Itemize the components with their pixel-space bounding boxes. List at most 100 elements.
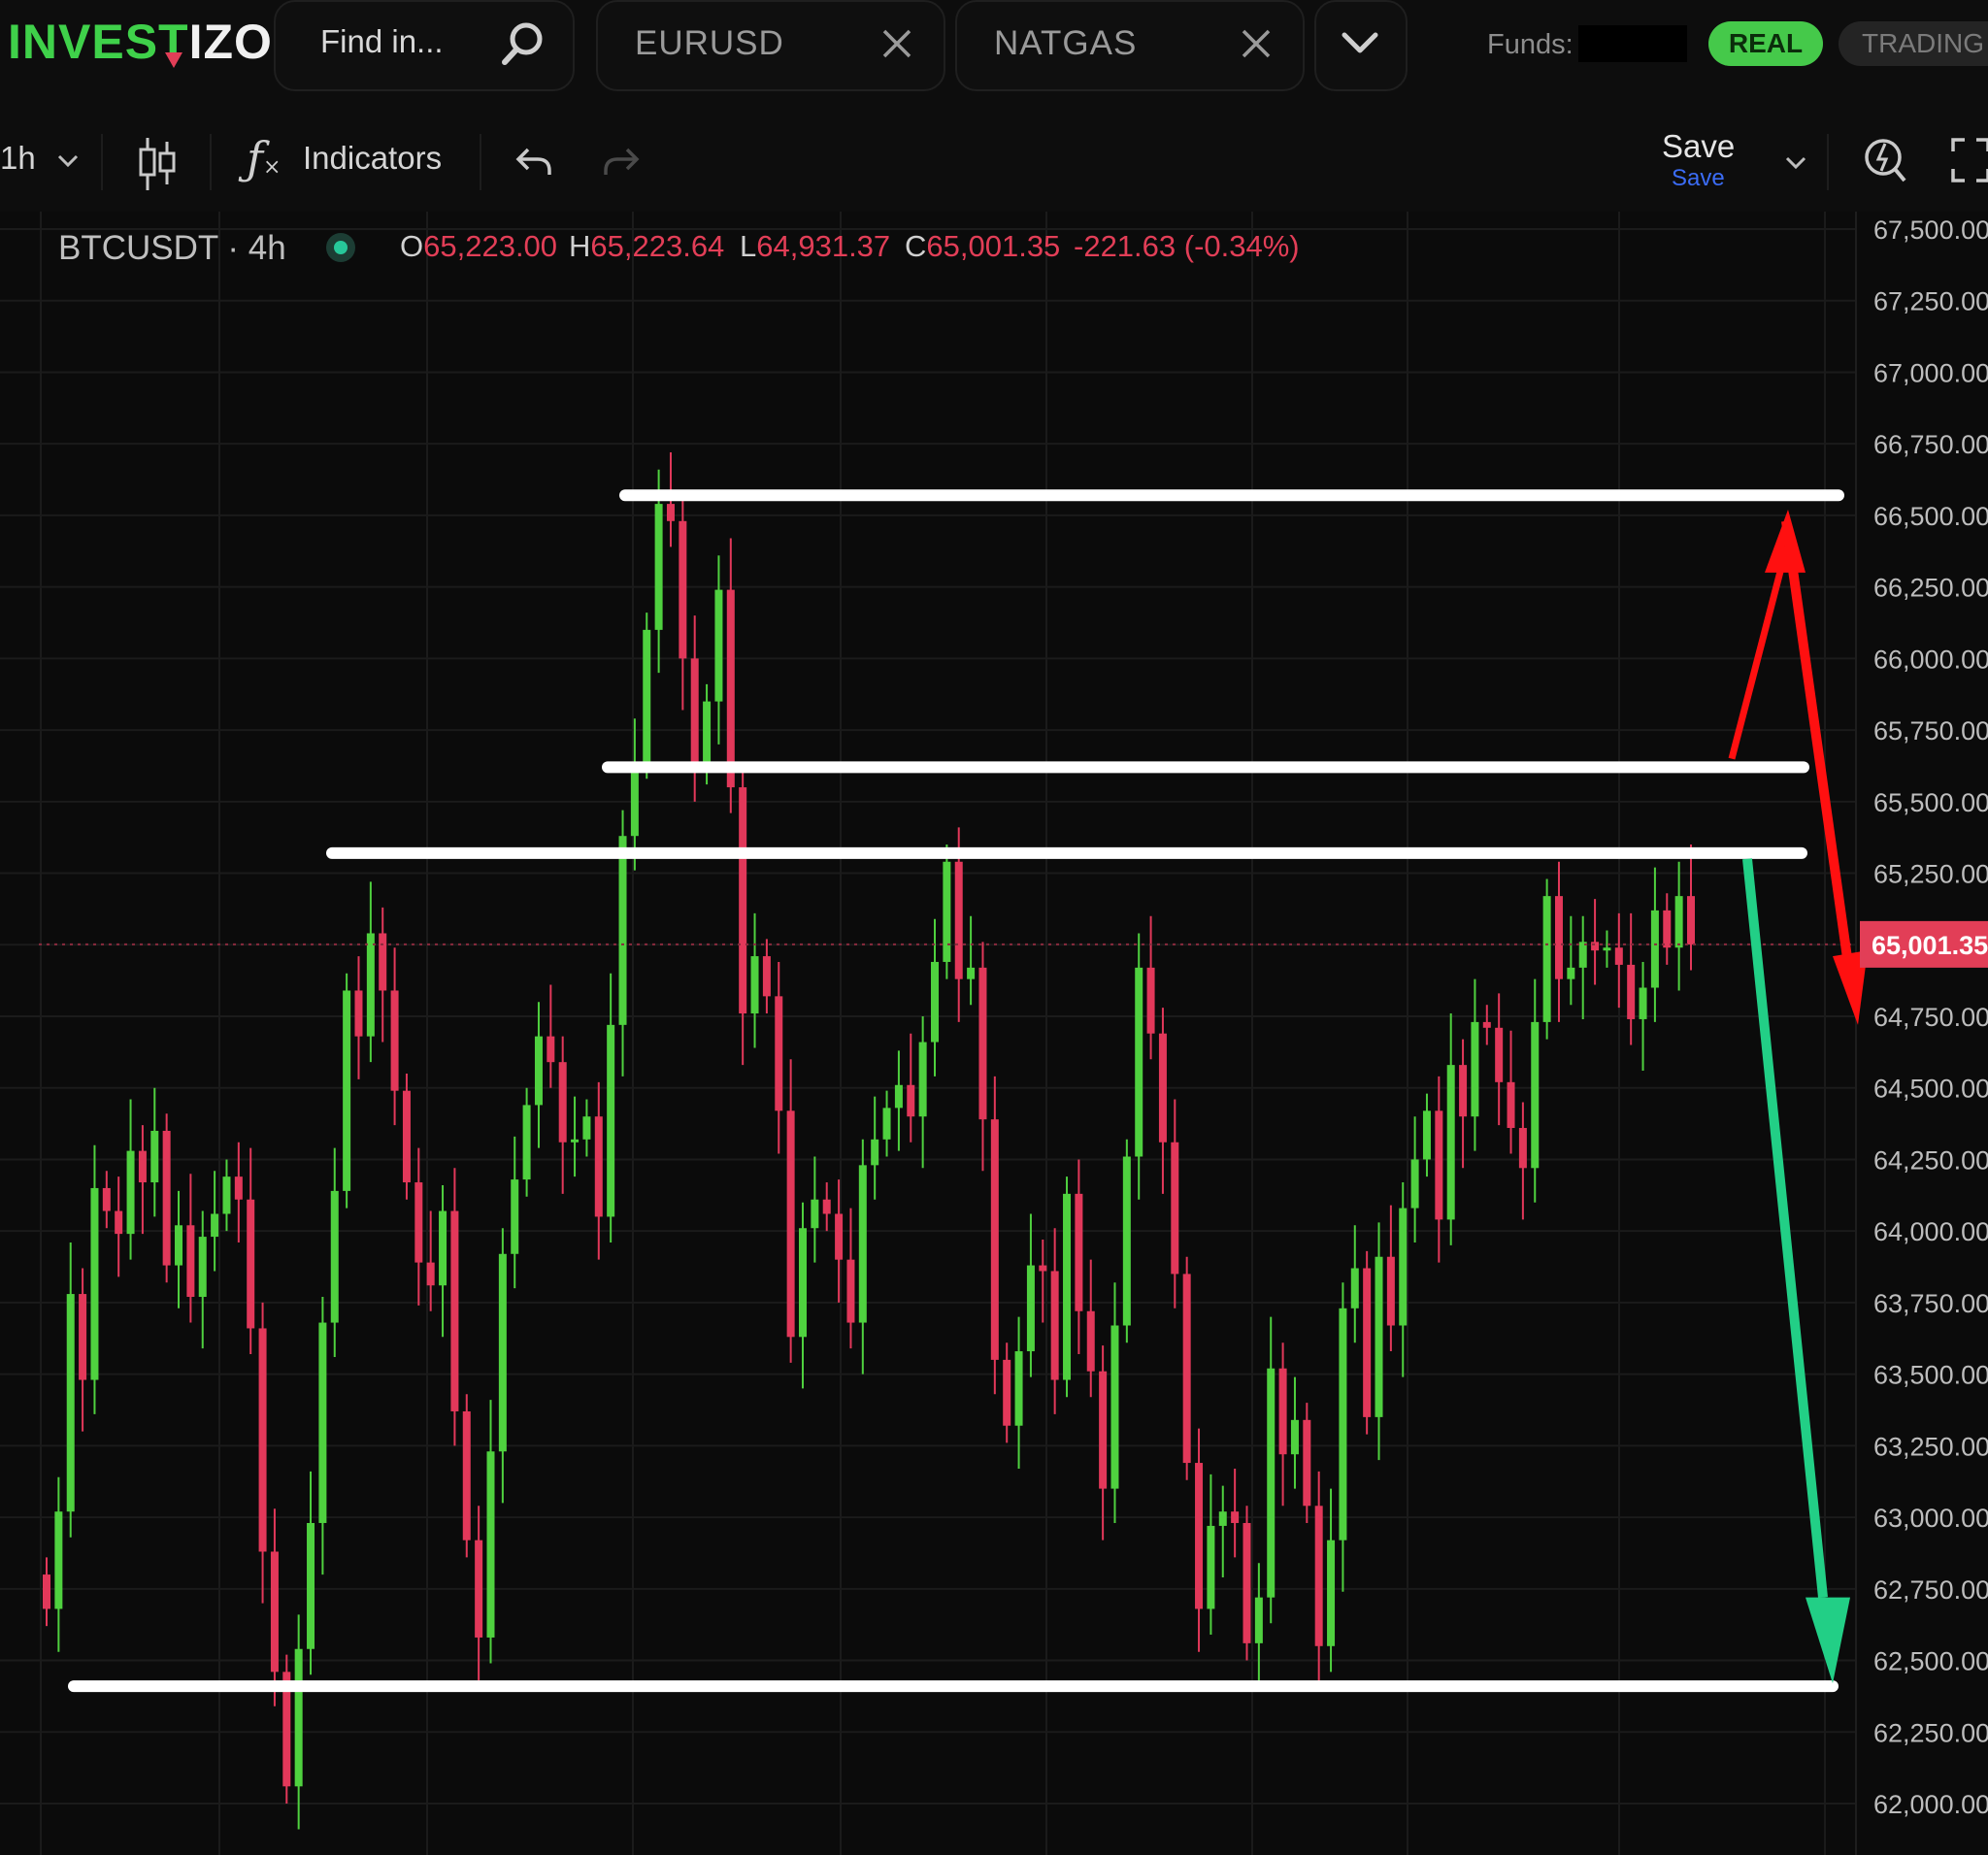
candle-body xyxy=(102,1187,111,1211)
candle-body xyxy=(703,701,712,768)
candle-body xyxy=(1435,1110,1443,1220)
price-tick-label: 63,500.00 xyxy=(1873,1361,1988,1390)
chart-symbol: BTCUSDT · 4h xyxy=(58,229,286,267)
toolbar-divider xyxy=(101,134,103,190)
candle-body xyxy=(1195,1463,1204,1609)
price-tick-label: 64,000.00 xyxy=(1873,1217,1988,1246)
fullscreen-icon[interactable] xyxy=(1951,138,1988,182)
candle-body xyxy=(1086,1310,1095,1372)
price-tick-label: 65,750.00 xyxy=(1873,716,1988,745)
candle-body xyxy=(1482,1021,1491,1028)
candle-body xyxy=(439,1210,447,1286)
candle-body xyxy=(198,1237,207,1298)
save-layout-name: Save xyxy=(1672,165,1725,191)
save-button[interactable]: Save xyxy=(1662,128,1735,165)
candle-body xyxy=(79,1294,87,1380)
candle-body xyxy=(1182,1274,1191,1464)
candle-body xyxy=(90,1187,99,1380)
ohlc-change-value: -221.63 (-0.34%) xyxy=(1074,229,1300,263)
candle-body xyxy=(1218,1511,1227,1526)
search-placeholder: Find in... xyxy=(320,23,444,59)
candle-body xyxy=(1207,1525,1215,1609)
price-tick-label: 62,250.00 xyxy=(1873,1718,1988,1747)
candle-body xyxy=(931,961,940,1043)
ohlc-value: 65,223.64 xyxy=(590,229,725,263)
chevron-down-icon[interactable] xyxy=(1784,155,1807,171)
price-tick-label: 63,250.00 xyxy=(1873,1432,1988,1461)
candle-body xyxy=(450,1210,459,1411)
close-icon[interactable] xyxy=(879,26,914,61)
ohlc-value: 65,001.35 xyxy=(926,229,1061,263)
indicators-button[interactable]: Indicators xyxy=(303,140,442,177)
undo-icon[interactable] xyxy=(514,144,553,179)
more-tabs-button[interactable] xyxy=(1314,0,1408,91)
candle-body xyxy=(462,1410,471,1540)
close-icon[interactable] xyxy=(1239,26,1274,61)
candle-body xyxy=(222,1176,231,1214)
market-status-dot xyxy=(326,233,355,262)
candle-body xyxy=(726,589,735,788)
candle-body xyxy=(750,956,759,1014)
ohlc-open: O65,223.00 xyxy=(400,229,557,264)
candle-body xyxy=(294,1648,303,1787)
tab-label: NATGAS xyxy=(994,24,1138,62)
price-tick-label: 63,750.00 xyxy=(1873,1289,1988,1318)
trading-button[interactable]: TRADING xyxy=(1839,21,1988,66)
candle-body xyxy=(486,1451,495,1638)
candle-body xyxy=(426,1262,435,1286)
candle-body xyxy=(1591,942,1600,951)
candle-body xyxy=(115,1210,123,1235)
candle-body xyxy=(811,1199,819,1229)
candle-body xyxy=(762,956,771,997)
ohlc-value: 64,931.37 xyxy=(756,229,891,263)
candle-body xyxy=(1399,1208,1408,1326)
candles-icon[interactable] xyxy=(138,136,177,192)
toolbar-divider xyxy=(480,134,481,190)
redo-icon[interactable] xyxy=(602,144,641,179)
candle-body xyxy=(211,1213,219,1238)
candle-body xyxy=(594,1116,603,1217)
candle-body xyxy=(1375,1256,1383,1417)
candle-body xyxy=(894,1084,903,1109)
candle-body xyxy=(666,504,675,521)
candle-body xyxy=(1650,910,1659,988)
ohlc-low: L64,931.37 xyxy=(740,229,890,264)
price-tick-label: 66,750.00 xyxy=(1873,430,1988,459)
tab-eurusd[interactable]: EURUSD xyxy=(596,0,945,91)
funds-value-hidden xyxy=(1578,25,1687,62)
interval-selector[interactable]: 1h xyxy=(0,140,36,177)
ohlc-key: O xyxy=(400,229,424,263)
price-tick-label: 66,250.00 xyxy=(1873,574,1988,603)
candle-body xyxy=(1231,1511,1240,1523)
candle-body xyxy=(1495,1027,1504,1082)
tab-label: EURUSD xyxy=(635,24,784,62)
price-tick-label: 62,500.00 xyxy=(1873,1647,1988,1676)
ohlc-close: C65,001.35 xyxy=(905,229,1060,264)
candle-body xyxy=(150,1130,159,1183)
ohlc-key: C xyxy=(905,229,927,263)
candle-body xyxy=(1446,1065,1455,1220)
candle-body xyxy=(186,1225,195,1298)
candle-body xyxy=(1567,967,1575,979)
candle-body xyxy=(739,787,747,1014)
chevron-down-icon xyxy=(1342,32,1378,53)
candle-body xyxy=(402,1090,411,1183)
investizo-logo[interactable]: INVESTIZO xyxy=(8,14,273,72)
price-tick-label: 63,000.00 xyxy=(1873,1504,1988,1533)
quick-search-icon[interactable] xyxy=(1862,134,1908,184)
candle-body xyxy=(1303,1419,1311,1507)
symbol-search[interactable]: Find in... xyxy=(274,0,575,91)
tab-natgas[interactable]: NATGAS xyxy=(955,0,1305,91)
candle-body xyxy=(258,1328,267,1552)
candle-body xyxy=(247,1199,255,1329)
candle-body xyxy=(414,1182,423,1263)
price-chart[interactable]: 67,500.00 67,250.00 67,000.00 66,750.00 66,5… xyxy=(0,212,1988,1855)
chevron-down-icon[interactable] xyxy=(56,153,80,169)
real-account-toggle[interactable]: REAL xyxy=(1708,21,1823,66)
price-tick-label: 67,000.00 xyxy=(1873,358,1988,387)
candle-body xyxy=(871,1139,879,1166)
candle-body xyxy=(1627,964,1636,1019)
candle-body xyxy=(1014,1351,1023,1426)
candle-body xyxy=(1026,1265,1035,1352)
candle-body xyxy=(882,1108,891,1140)
